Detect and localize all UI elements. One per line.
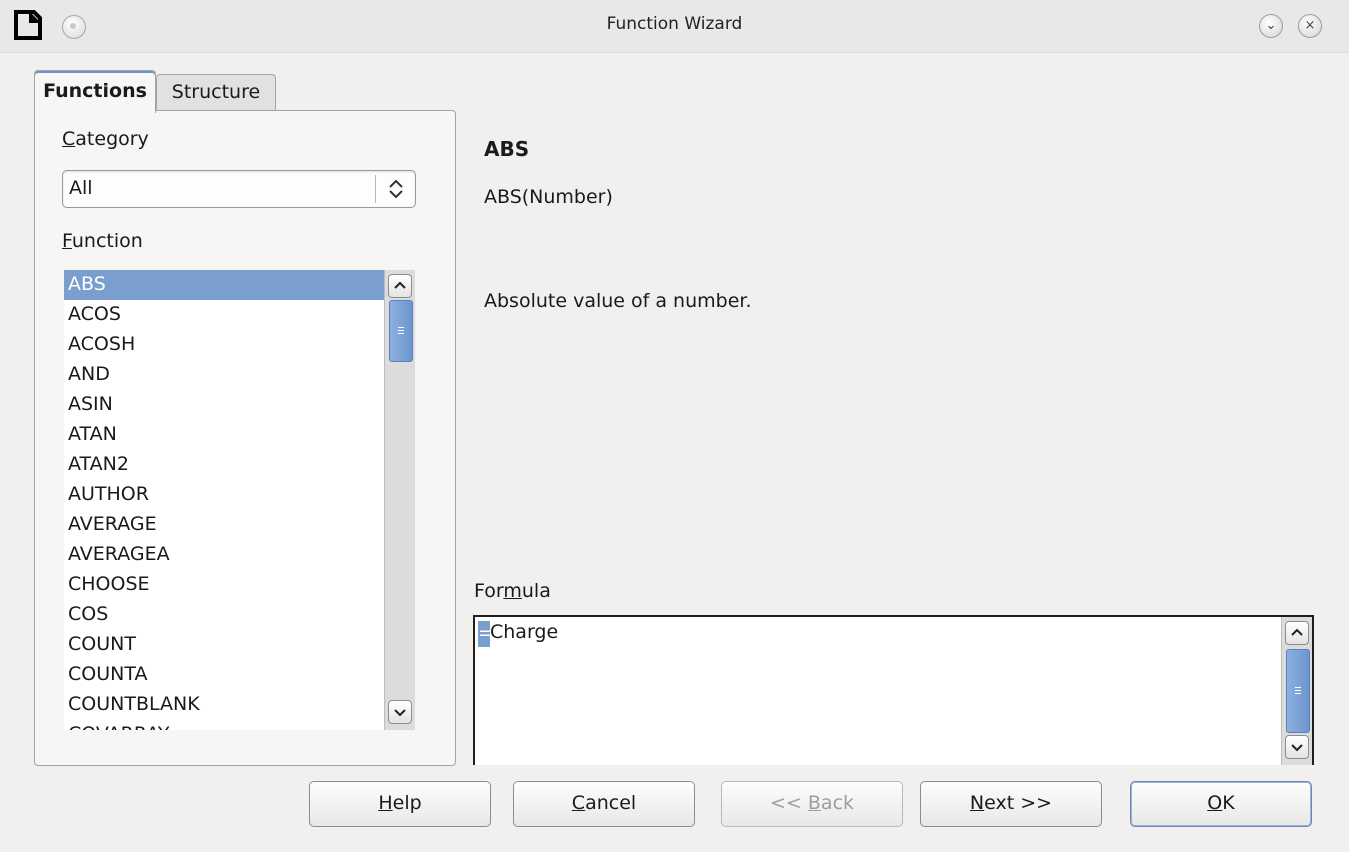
function-list[interactable]: ABS ACOS ACOSH AND ASIN ATAN ATAN2 AUTHOR AVERAG… bbox=[64, 270, 414, 730]
function-list-item[interactable]: COVARRAY bbox=[64, 720, 384, 730]
category-selected-value: All bbox=[69, 177, 93, 199]
tab-functions[interactable]: Functions bbox=[34, 70, 156, 113]
formula-label: Formula bbox=[474, 580, 551, 602]
function-name-heading: ABS bbox=[484, 137, 530, 161]
function-list-item[interactable]: ATAN2 bbox=[64, 450, 384, 480]
category-label: Category bbox=[62, 128, 149, 150]
function-list-item[interactable]: ACOSH bbox=[64, 330, 384, 360]
back-button[interactable]: << Back bbox=[721, 781, 903, 827]
function-list-item[interactable]: COUNTA bbox=[64, 660, 384, 690]
minimize-button[interactable]: ⌄ bbox=[1259, 14, 1283, 38]
function-description: Absolute value of a number. bbox=[484, 290, 752, 312]
help-button[interactable]: Help bbox=[309, 781, 491, 827]
formula-selected-char: = bbox=[478, 621, 494, 647]
tab-functions-label: Functions bbox=[43, 80, 147, 102]
function-list-item[interactable]: COS bbox=[64, 600, 384, 630]
function-list-item[interactable]: AVERAGE bbox=[64, 510, 384, 540]
tab-structure-label: Structure bbox=[171, 81, 261, 103]
function-list-item[interactable]: COUNTBLANK bbox=[64, 690, 384, 720]
function-list-item[interactable]: ATAN bbox=[64, 420, 384, 450]
function-list-scrollbar[interactable] bbox=[384, 270, 415, 730]
window-title: Function Wizard bbox=[606, 14, 743, 34]
function-list-item[interactable]: CHOOSE bbox=[64, 570, 384, 600]
function-list-item[interactable]: ABS bbox=[64, 270, 384, 300]
scroll-down-button[interactable] bbox=[388, 700, 412, 724]
chevron-up-icon bbox=[1291, 628, 1303, 636]
scroll-thumb[interactable] bbox=[1286, 649, 1310, 733]
formula-scrollbar[interactable] bbox=[1281, 617, 1312, 765]
chevron-down-icon bbox=[394, 709, 406, 717]
function-label: Function bbox=[62, 230, 143, 252]
chevron-down-icon: ⌄ bbox=[1265, 18, 1277, 33]
function-list-item[interactable]: AUTHOR bbox=[64, 480, 384, 510]
scroll-thumb[interactable] bbox=[389, 300, 413, 362]
select-divider bbox=[375, 175, 376, 203]
formula-input[interactable]: = Charge bbox=[473, 615, 1314, 765]
function-list-item[interactable]: AVERAGEA bbox=[64, 540, 384, 570]
chevron-down-icon bbox=[1291, 744, 1303, 752]
cancel-button[interactable]: Cancel bbox=[513, 781, 695, 827]
scroll-down-button[interactable] bbox=[1285, 735, 1309, 759]
formula-text: Charge bbox=[490, 621, 559, 643]
tab-structure[interactable]: Structure bbox=[156, 74, 276, 111]
close-icon: × bbox=[1304, 18, 1316, 33]
function-list-item[interactable]: ACOS bbox=[64, 300, 384, 330]
scroll-up-button[interactable] bbox=[1285, 621, 1309, 645]
chevron-up-icon bbox=[394, 281, 406, 289]
scroll-up-button[interactable] bbox=[388, 274, 412, 298]
next-button[interactable]: Next >> bbox=[920, 781, 1102, 827]
function-list-item[interactable]: AND bbox=[64, 360, 384, 390]
function-syntax: ABS(Number) bbox=[484, 186, 613, 208]
category-select[interactable]: All bbox=[62, 170, 416, 208]
function-list-item[interactable]: ASIN bbox=[64, 390, 384, 420]
ok-button[interactable]: OK bbox=[1130, 781, 1312, 827]
function-list-item[interactable]: COUNT bbox=[64, 630, 384, 660]
updown-arrows-icon bbox=[389, 179, 403, 199]
close-button[interactable]: × bbox=[1298, 14, 1322, 38]
